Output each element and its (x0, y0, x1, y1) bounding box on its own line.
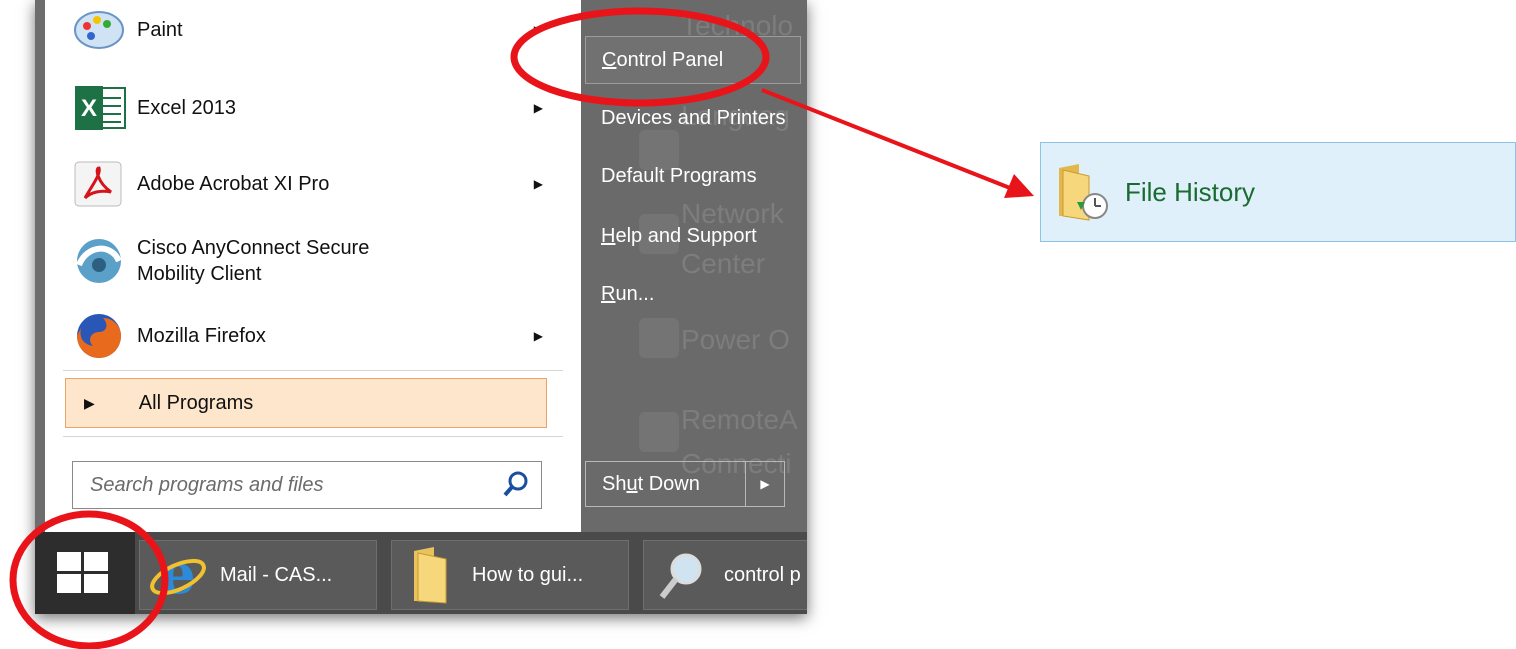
search-magnifier-icon (652, 545, 712, 605)
separator (63, 370, 563, 371)
submenu-arrow-icon: ▶ (533, 177, 543, 191)
shutdown-button[interactable]: Sh u t Down (586, 462, 746, 506)
program-firefox[interactable]: Mozilla Firefox ▶ (73, 310, 543, 362)
program-label: Cisco AnyConnect Secure Mobility Client (137, 235, 369, 287)
acrobat-icon (73, 160, 129, 208)
file-history-label: File History (1125, 176, 1256, 207)
file-history-folder-icon (1055, 162, 1109, 222)
folder-icon (400, 545, 460, 605)
accelerator-key: H (601, 224, 616, 247)
program-label-line2: Mobility Client (137, 263, 262, 285)
power-options-icon (639, 318, 679, 358)
taskbar: e Mail - CAS... How to gui... control p (35, 532, 807, 614)
svg-text:X: X (81, 95, 97, 122)
program-acrobat[interactable]: Adobe Acrobat XI Pro ▶ (73, 158, 543, 210)
search-icon[interactable] (499, 468, 533, 502)
shutdown-options-arrow-icon[interactable]: ▶ (746, 462, 784, 506)
firefox-icon (73, 312, 129, 360)
shutdown-button-group: Sh u t Down ▶ (585, 461, 785, 507)
remoteapp-icon (639, 412, 679, 452)
taskbar-item-control[interactable]: control p (643, 540, 807, 610)
submenu-arrow-icon: ▶ (533, 101, 543, 115)
start-menu-screenshot: Paint ▶ X Excel 2013 ▶ Adobe Acrobat XI … (35, 0, 807, 614)
control-panel-item[interactable]: Control Panel (585, 36, 801, 84)
excel-icon: X (73, 84, 129, 132)
taskbar-item-mail[interactable]: e Mail - CAS... (139, 540, 377, 610)
default-programs-item[interactable]: Default Programs (585, 152, 801, 200)
start-menu-programs-pane: Paint ▶ X Excel 2013 ▶ Adobe Acrobat XI … (45, 0, 582, 532)
taskbar-item-label: control p (724, 563, 801, 586)
cisco-anyconnect-icon (73, 237, 129, 285)
internet-explorer-icon: e (148, 541, 208, 607)
svg-text:e: e (160, 545, 196, 605)
label-rest: ontrol Panel (616, 48, 724, 71)
program-label: Excel 2013 (137, 96, 236, 119)
annotation-arrowhead (1004, 174, 1034, 198)
devices-and-printers-item[interactable]: Devices and Printers (585, 94, 801, 142)
start-button[interactable] (35, 532, 135, 614)
program-label: Paint (137, 18, 183, 41)
windows-logo-icon (57, 552, 108, 593)
accelerator-key: C (602, 48, 617, 71)
submenu-arrow-icon: ▶ (533, 23, 543, 37)
help-and-support-item[interactable]: Help and Support (585, 212, 801, 260)
default-programs-label: Default Programs (601, 164, 757, 187)
run-item[interactable]: Run... (585, 270, 801, 318)
background-text: Power O (681, 324, 790, 355)
program-excel[interactable]: X Excel 2013 ▶ (73, 82, 543, 134)
shutdown-label-pre: Sh (602, 472, 627, 495)
taskbar-item-label: How to gui... (472, 563, 584, 586)
help-and-support-label: Help and Support (601, 225, 757, 248)
shutdown-label-post: t Down (637, 472, 700, 495)
start-menu-right-pane: Technolo Languag Network Center Power O … (581, 0, 807, 532)
search-input[interactable]: Search programs and files (72, 461, 542, 509)
run-label: Run... (601, 283, 654, 306)
expand-triangle-icon: ▶ (84, 394, 95, 411)
file-history-item[interactable]: File History (1040, 142, 1516, 242)
program-label-line1: Cisco AnyConnect Secure (137, 237, 370, 259)
program-paint[interactable]: Paint ▶ (73, 4, 543, 56)
program-label: Mozilla Firefox (137, 324, 266, 347)
label-rest: elp and Support (615, 224, 757, 247)
search-placeholder: Search programs and files (90, 473, 324, 496)
taskbar-item-label: Mail - CAS... (220, 563, 333, 586)
all-programs-label: All Programs (138, 391, 254, 414)
accelerator-key: u (626, 472, 638, 495)
taskbar-item-folder[interactable]: How to gui... (391, 540, 629, 610)
background-text: RemoteA (681, 404, 798, 435)
paint-icon (73, 6, 129, 54)
submenu-arrow-icon: ▶ (533, 329, 543, 343)
program-cisco-anyconnect[interactable]: Cisco AnyConnect Secure Mobility Client (73, 228, 543, 294)
accelerator-key: R (601, 282, 616, 305)
label-rest: un... (615, 282, 655, 305)
program-label: Adobe Acrobat XI Pro (137, 172, 330, 195)
separator (63, 436, 563, 437)
all-programs-button[interactable]: ▶ All Programs (65, 378, 547, 428)
devices-and-printers-label: Devices and Printers (601, 106, 786, 129)
control-panel-label: Control Panel (602, 49, 723, 72)
